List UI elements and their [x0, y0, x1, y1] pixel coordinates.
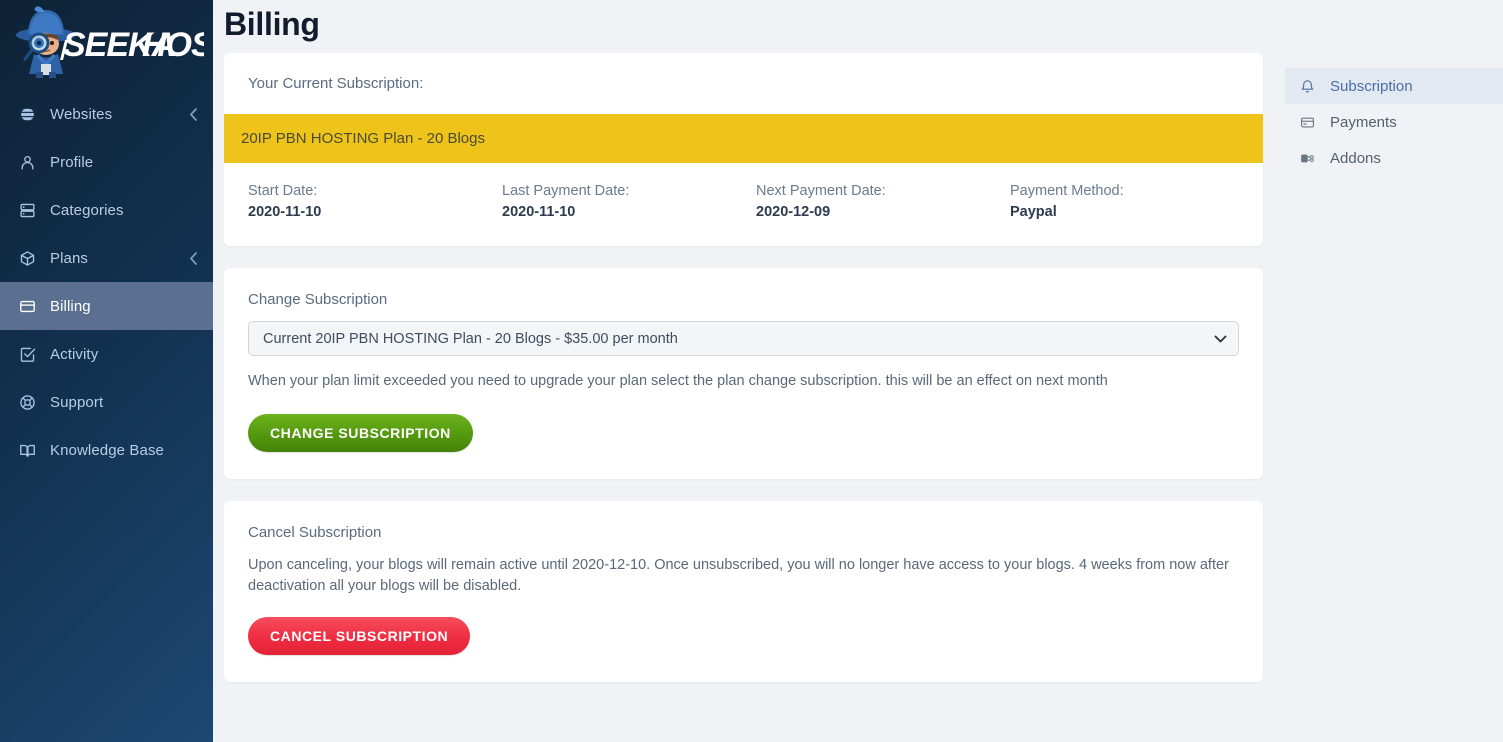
right-sidebar: Subscription Payments Addons [1285, 0, 1503, 742]
user-icon [17, 152, 37, 172]
package-icon [17, 248, 37, 268]
sidebar-item-support[interactable]: Support [0, 378, 213, 426]
sidebar-item-activity[interactable]: Activity [0, 330, 213, 378]
detail-start-date: Start Date: 2020-11-10 [248, 183, 502, 220]
sidebar-item-knowledge-base[interactable]: Knowledge Base [0, 426, 213, 474]
plan-banner: 20IP PBN HOSTING Plan - 20 Blogs [224, 114, 1263, 163]
plan-select-value: Current 20IP PBN HOSTING Plan - 20 Blogs… [263, 330, 678, 347]
right-nav-item-addons[interactable]: Addons [1285, 140, 1503, 176]
sidebar-item-label: Activity [50, 345, 99, 363]
subscription-details: Start Date: 2020-11-10 Last Payment Date… [224, 163, 1263, 246]
sidebar-nav: Websites Profile Categories Plans Billin… [0, 90, 213, 474]
right-nav-item-label: Payments [1330, 113, 1397, 131]
cancel-subscription-label: Cancel Subscription [248, 524, 382, 541]
change-subscription-help-text: When your plan limit exceeded you need t… [248, 373, 1108, 389]
right-nav-item-payments[interactable]: Payments [1285, 104, 1503, 140]
right-nav-item-label: Addons [1330, 149, 1381, 167]
current-subscription-card: Your Current Subscription: 20IP PBN HOST… [224, 53, 1263, 246]
sidebar-item-billing[interactable]: Billing [0, 282, 213, 330]
sidebar-item-label: Websites [50, 105, 113, 123]
sidebar-item-label: Support [50, 393, 104, 411]
right-nav-item-label: Subscription [1330, 77, 1413, 95]
detail-label: Next Payment Date: [756, 183, 886, 199]
book-icon [17, 440, 37, 460]
globe-icon [17, 104, 37, 124]
puzzle-plug-icon [1298, 149, 1316, 167]
sidebar-item-label: Categories [50, 201, 124, 219]
sidebar-item-label: Billing [50, 297, 91, 315]
svg-text:HOST: HOST [142, 26, 204, 64]
page-title: Billing [224, 6, 320, 42]
detail-label: Last Payment Date: [502, 183, 630, 199]
sidebar-item-label: Profile [50, 153, 94, 171]
credit-card-icon [17, 296, 37, 316]
sidebar-item-label: Plans [50, 249, 89, 267]
sidebar-item-categories[interactable]: Categories [0, 186, 213, 234]
chevron-left-icon[interactable] [187, 107, 199, 121]
detail-payment-method: Payment Method: Paypal [1010, 183, 1124, 220]
bell-icon [1298, 77, 1316, 95]
cancel-subscription-button[interactable]: CANCEL SUBSCRIPTION [248, 617, 471, 655]
life-buoy-icon [17, 392, 37, 412]
server-icon [17, 200, 37, 220]
detail-next-payment-date: Next Payment Date: 2020-12-09 [756, 183, 1010, 220]
credit-card-icon [1298, 113, 1316, 131]
chevron-left-icon[interactable] [187, 251, 199, 265]
brand-logo[interactable]: SEEKA HOST [0, 0, 213, 82]
detail-label: Start Date: [248, 183, 318, 199]
cancel-subscription-card: Cancel Subscription Upon canceling, your… [224, 501, 1263, 682]
detail-value: 2020-11-10 [248, 204, 322, 220]
sidebar-item-label: Knowledge Base [50, 441, 164, 459]
right-nav-item-subscription[interactable]: Subscription [1285, 68, 1503, 104]
detail-value: 2020-12-09 [756, 204, 831, 220]
detective-mascot-logo-icon: SEEKA HOST [16, 6, 204, 78]
change-subscription-card: Change Subscription Current 20IP PBN HOS… [224, 268, 1263, 479]
cards-column: Your Current Subscription: 20IP PBN HOST… [224, 53, 1263, 682]
chevron-down-icon [1214, 334, 1227, 343]
detail-last-payment-date: Last Payment Date: 2020-11-10 [502, 183, 756, 220]
sidebar-item-plans[interactable]: Plans [0, 234, 213, 282]
sidebar-item-profile[interactable]: Profile [0, 138, 213, 186]
change-subscription-button[interactable]: CHANGE SUBSCRIPTION [248, 414, 473, 452]
plan-select[interactable]: Current 20IP PBN HOSTING Plan - 20 Blogs… [248, 321, 1239, 356]
sidebar-item-websites[interactable]: Websites [0, 90, 213, 138]
left-sidebar: SEEKA HOST Websites [0, 0, 213, 742]
main-content: Billing Your Current Subscription: 20IP … [213, 0, 1285, 742]
detail-value: 2020-11-10 [502, 204, 576, 220]
change-subscription-label: Change Subscription [248, 291, 388, 308]
cancel-subscription-description: Upon canceling, your blogs will remain a… [248, 557, 1229, 594]
check-square-icon [17, 344, 37, 364]
billing-page: SEEKA HOST Websites [0, 0, 1503, 742]
detail-value: Paypal [1010, 204, 1057, 220]
current-subscription-heading: Your Current Subscription: [248, 75, 424, 92]
detail-label: Payment Method: [1010, 183, 1124, 199]
